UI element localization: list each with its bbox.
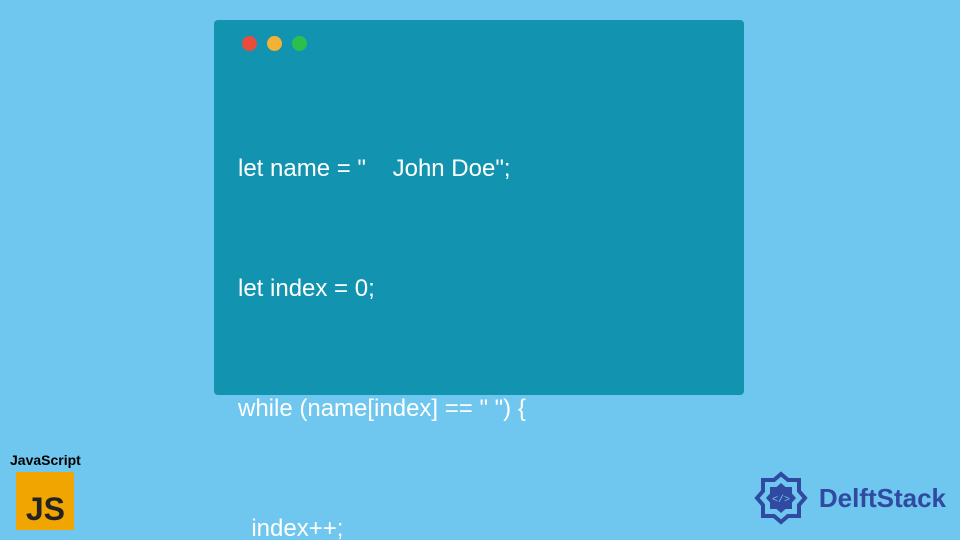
brand-logo-icon: </> bbox=[751, 468, 811, 528]
svg-text:</>: </> bbox=[772, 494, 790, 506]
code-line: let index = 0; bbox=[238, 269, 720, 309]
javascript-logo-icon: JS bbox=[16, 472, 74, 530]
javascript-badge: JavaScript JS bbox=[10, 452, 81, 530]
window-traffic-lights bbox=[242, 36, 720, 51]
code-line: index++; bbox=[238, 509, 720, 540]
code-window: let name = " John Doe"; let index = 0; w… bbox=[214, 20, 744, 395]
maximize-icon bbox=[292, 36, 307, 51]
brand: </> DelftStack bbox=[751, 468, 946, 528]
javascript-label: JavaScript bbox=[10, 452, 81, 468]
code-block: let name = " John Doe"; let index = 0; w… bbox=[238, 69, 720, 540]
code-line: while (name[index] == " ") { bbox=[238, 389, 720, 429]
close-icon bbox=[242, 36, 257, 51]
brand-text: DelftStack bbox=[819, 483, 946, 514]
javascript-logo-text: JS bbox=[26, 491, 65, 530]
code-line: let name = " John Doe"; bbox=[238, 149, 720, 189]
minimize-icon bbox=[267, 36, 282, 51]
